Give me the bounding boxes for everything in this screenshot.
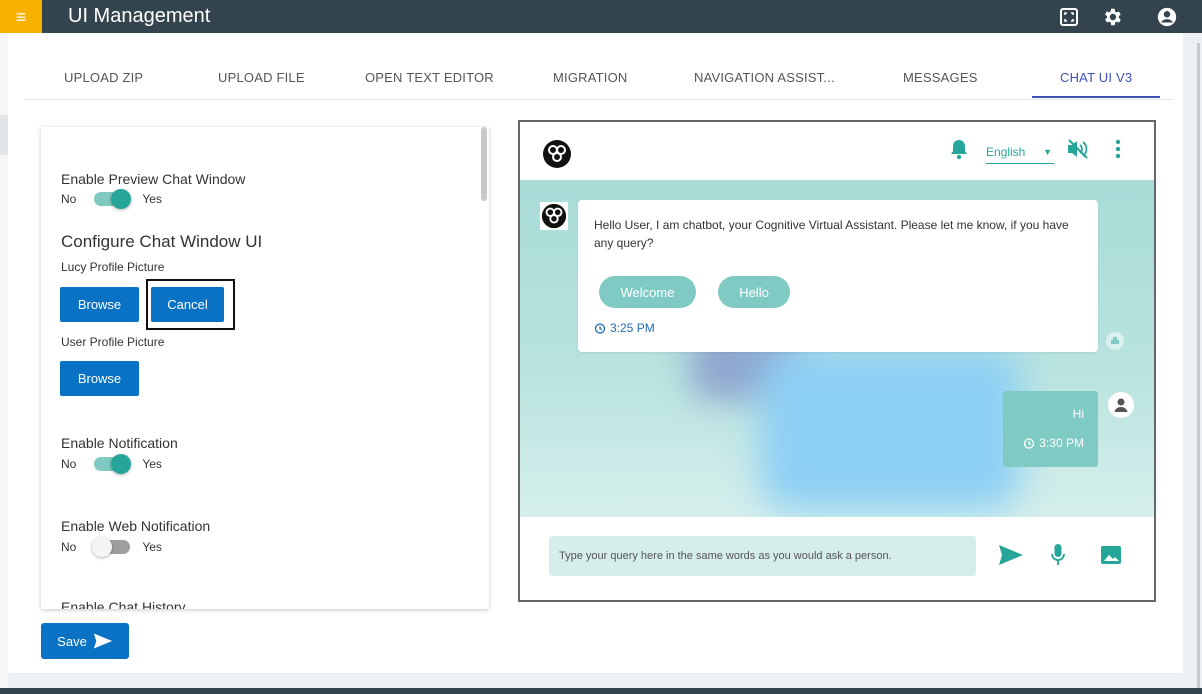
chat-preview-window: English ▼ Hello User, I am chatbot, your… xyxy=(518,120,1156,602)
toggle-knob xyxy=(111,189,132,209)
save-label: Save xyxy=(57,633,87,649)
left-drawer-edge xyxy=(0,33,8,694)
page-scrollbar[interactable] xyxy=(1183,33,1202,694)
chat-history-label: Enable Chat History xyxy=(61,599,186,609)
settings-scrollbar[interactable] xyxy=(481,127,487,201)
print-icon[interactable] xyxy=(1106,332,1124,350)
tab-upload-zip[interactable]: UPLOAD ZIP xyxy=(64,70,143,85)
bot-time-text: 3:25 PM xyxy=(610,321,655,335)
language-select[interactable]: English ▼ xyxy=(986,140,1054,164)
bot-message-bubble: Hello User, I am chatbot, your Cognitive… xyxy=(578,200,1098,352)
web-notification-no-label: No xyxy=(61,540,77,554)
background-blur xyxy=(760,350,1020,510)
save-button[interactable]: Save xyxy=(41,623,129,659)
tab-migration[interactable]: MIGRATION xyxy=(553,70,628,85)
web-notification-toggle-row: No Yes xyxy=(61,537,162,557)
chat-header: English ▼ xyxy=(520,122,1154,180)
chat-input-bar: Type your query here in the same words a… xyxy=(520,517,1154,600)
microphone-icon[interactable] xyxy=(1051,543,1065,572)
notification-toggle-row: No Yes xyxy=(61,454,162,474)
fullscreen-icon[interactable] xyxy=(1057,5,1081,29)
tab-open-text-editor[interactable]: OPEN TEXT EDITOR xyxy=(365,70,494,85)
notification-yes-label: Yes xyxy=(142,457,162,471)
quick-reply-welcome[interactable]: Welcome xyxy=(599,276,696,308)
hamburger-icon: ≡ xyxy=(15,6,27,27)
toggle-knob xyxy=(111,454,132,474)
send-icon[interactable] xyxy=(998,544,1024,571)
notification-toggle[interactable] xyxy=(94,454,132,474)
user-message-bubble: Hi 3:30 PM xyxy=(1003,391,1098,467)
toggle-knob xyxy=(92,537,113,557)
user-message-text: Hi xyxy=(1072,407,1084,421)
tab-upload-file[interactable]: UPLOAD FILE xyxy=(218,70,305,85)
alarm-icon xyxy=(594,323,606,334)
web-notification-label: Enable Web Notification xyxy=(61,518,211,534)
notification-label: Enable Notification xyxy=(61,435,178,451)
menu-button[interactable]: ≡ xyxy=(0,0,42,33)
preview-toggle-row: No Yes xyxy=(61,189,162,209)
user-browse-button[interactable]: Browse xyxy=(60,361,139,396)
more-vert-icon[interactable] xyxy=(1114,138,1122,165)
chat-messages-area: Hello User, I am chatbot, your Cognitive… xyxy=(520,180,1154,517)
tab-navigation-assist[interactable]: NAVIGATION ASSIST... xyxy=(694,70,835,85)
drawer-marker xyxy=(0,115,8,155)
user-message-time: 3:30 PM xyxy=(1023,436,1084,450)
send-icon xyxy=(93,633,112,649)
bot-avatar xyxy=(540,202,568,230)
chat-query-input[interactable]: Type your query here in the same words a… xyxy=(549,536,976,576)
user-time-text: 3:30 PM xyxy=(1039,436,1084,450)
bell-icon[interactable] xyxy=(949,138,969,165)
gear-icon[interactable] xyxy=(1100,5,1124,29)
language-value: English xyxy=(986,144,1026,159)
chevron-down-icon: ▼ xyxy=(1043,146,1052,157)
bot-message-time: 3:25 PM xyxy=(594,321,655,335)
preview-yes-label: Yes xyxy=(142,192,162,206)
app-title: UI Management xyxy=(68,5,211,27)
web-notification-yes-label: Yes xyxy=(142,540,162,554)
tab-chat-ui-v3[interactable]: CHAT UI V3 xyxy=(1060,70,1132,85)
preview-no-label: No xyxy=(61,192,77,206)
lucy-picture-label: Lucy Profile Picture xyxy=(61,260,165,274)
account-icon[interactable] xyxy=(1155,5,1179,29)
mute-icon[interactable] xyxy=(1066,138,1090,165)
bot-message-text: Hello User, I am chatbot, your Cognitive… xyxy=(594,218,1069,250)
web-notification-toggle[interactable] xyxy=(92,537,131,557)
top-app-bar: ≡ UI Management xyxy=(0,0,1202,33)
bot-logo-icon xyxy=(542,139,572,174)
tab-bar: UPLOAD ZIP UPLOAD FILE OPEN TEXT EDITOR … xyxy=(24,58,1174,100)
bottom-bar xyxy=(0,688,1202,694)
configure-title: Configure Chat Window UI xyxy=(61,232,263,251)
lucy-browse-button[interactable]: Browse xyxy=(60,287,139,322)
tab-messages[interactable]: MESSAGES xyxy=(903,70,978,85)
settings-panel: Enable Preview Chat Window No Yes Config… xyxy=(41,127,489,609)
user-picture-label: User Profile Picture xyxy=(61,335,165,349)
alarm-icon xyxy=(1024,438,1035,449)
quick-reply-hello[interactable]: Hello xyxy=(718,276,790,308)
user-avatar-icon xyxy=(1108,392,1134,418)
preview-label: Enable Preview Chat Window xyxy=(61,171,246,187)
page-scroll-thumb[interactable] xyxy=(1197,43,1200,694)
image-upload-icon[interactable] xyxy=(1100,545,1122,570)
lucy-cancel-button[interactable]: Cancel xyxy=(151,287,224,322)
preview-toggle[interactable] xyxy=(94,189,132,209)
active-tab-indicator xyxy=(1032,96,1160,98)
notification-no-label: No xyxy=(61,457,77,471)
